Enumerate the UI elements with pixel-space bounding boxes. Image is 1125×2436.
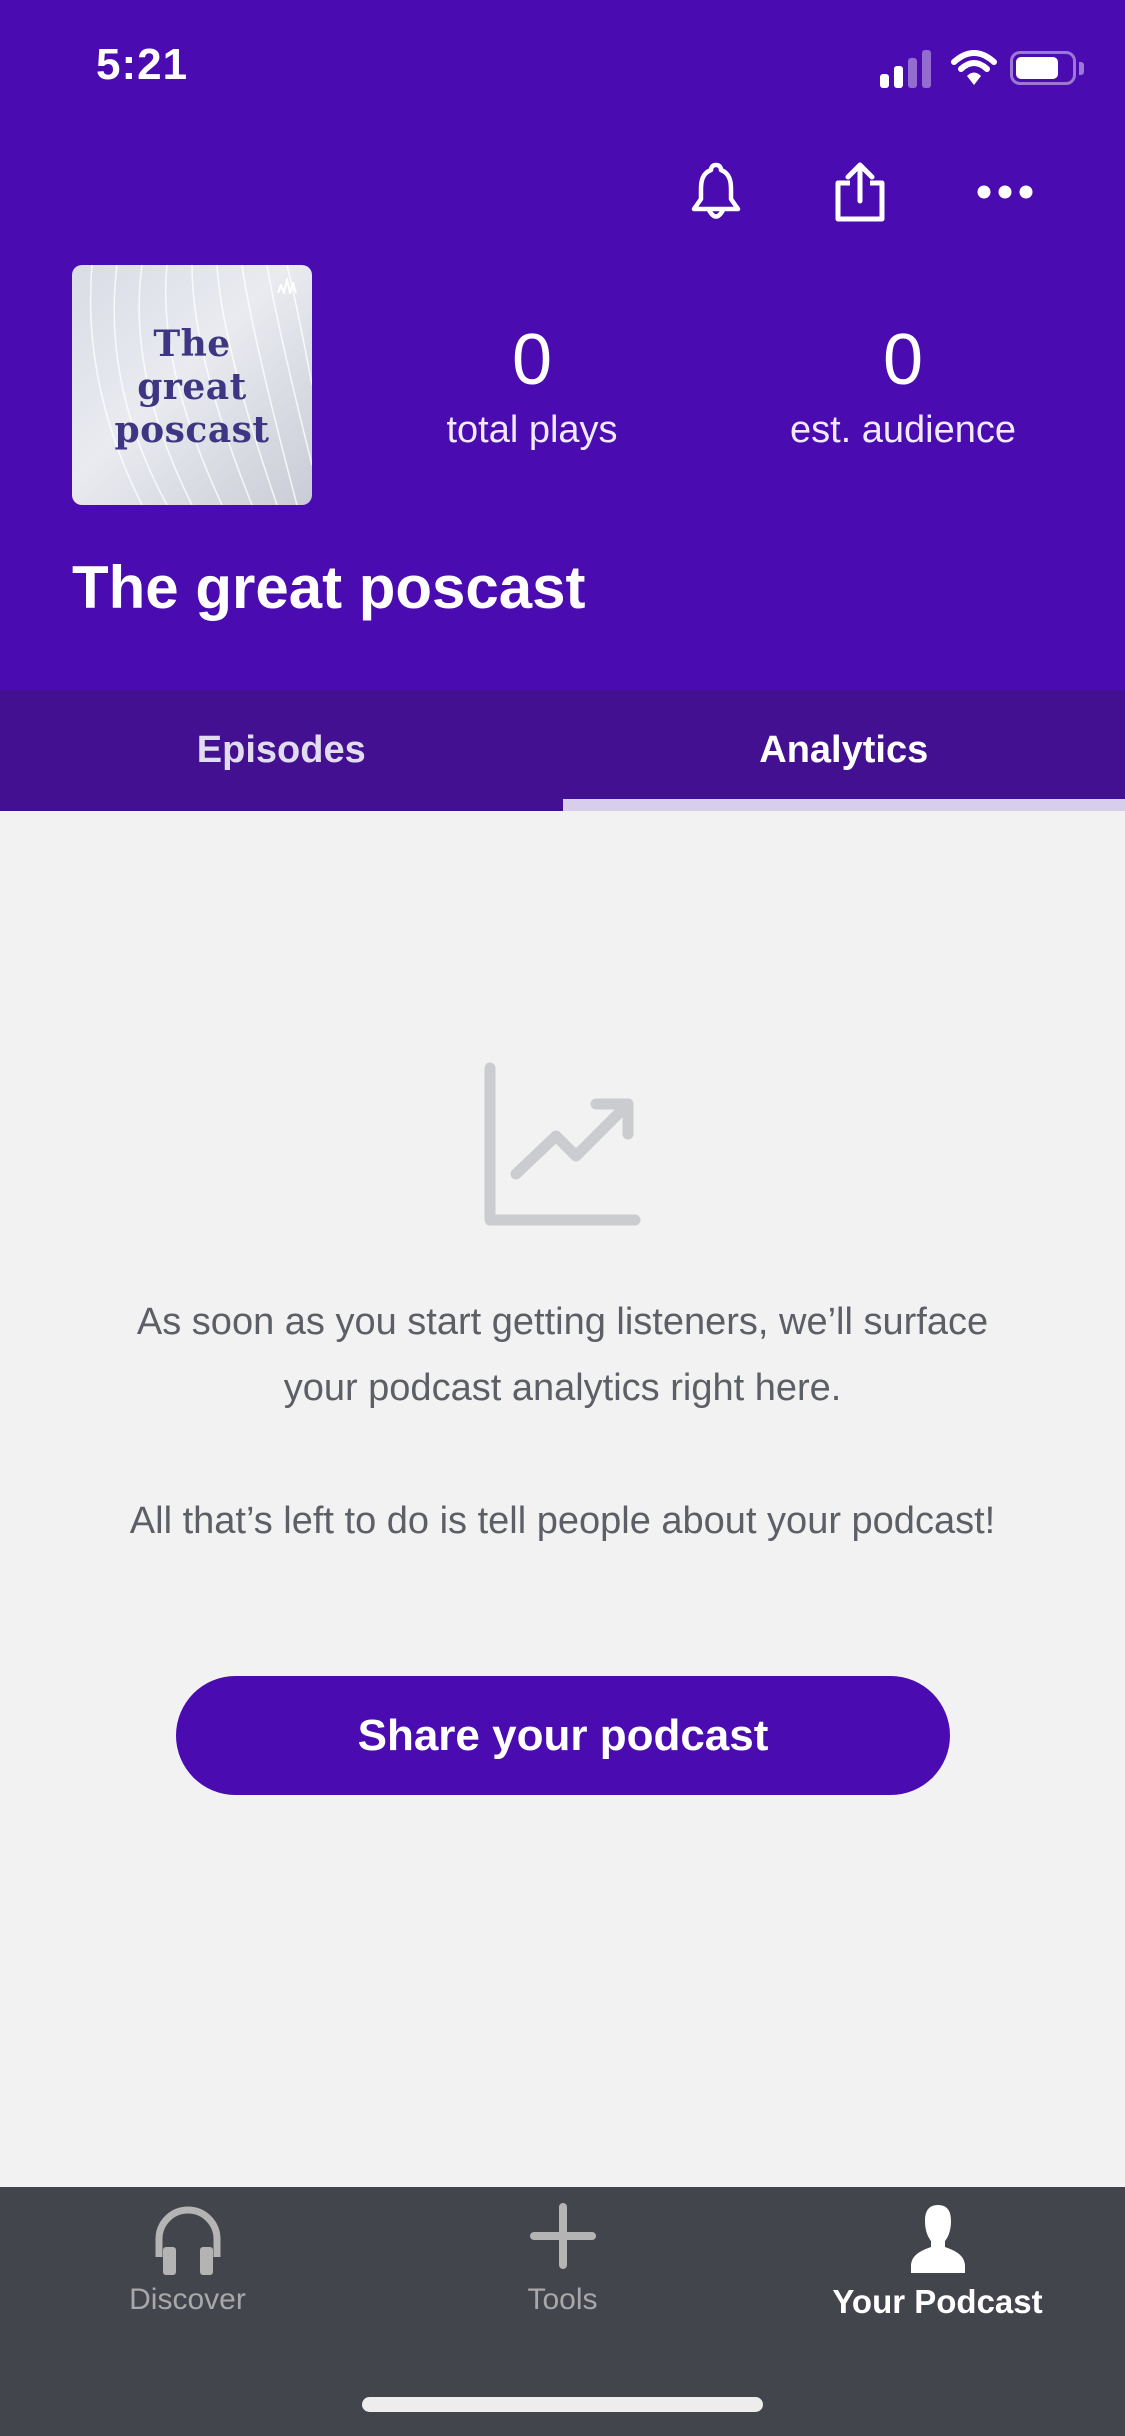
- headphones-icon: [155, 2206, 220, 2275]
- home-indicator[interactable]: [362, 2397, 763, 2412]
- nav-item-tools[interactable]: Tools: [375, 2187, 750, 2337]
- stat-value: 0: [511, 320, 553, 400]
- cover-title-text: The great poscast: [114, 323, 270, 451]
- anchor-logo-icon: [277, 278, 297, 294]
- nav-label: Tools: [527, 2283, 598, 2316]
- share-header-button[interactable]: [818, 150, 902, 234]
- stat-total-plays: 0 total plays: [372, 318, 692, 452]
- stat-label: est. audience: [789, 409, 1017, 451]
- nav-label: Discover: [129, 2283, 246, 2316]
- plus-icon: [529, 2203, 596, 2269]
- share-icon: [835, 162, 885, 222]
- tab-analytics[interactable]: Analytics: [562, 690, 1125, 811]
- tab-label: Analytics: [759, 729, 929, 771]
- bottom-navigation: Discover Tools Your Podcast: [0, 2187, 1125, 2436]
- stat-value: 0: [882, 320, 924, 400]
- wifi-icon: [951, 50, 997, 85]
- nav-label: Your Podcast: [832, 2283, 1043, 2320]
- status-time: 5:21: [96, 40, 189, 89]
- empty-state-cta-message: All that’s left to do is tell people abo…: [129, 1500, 996, 1542]
- tab-bar: Episodes Analytics: [0, 690, 1125, 811]
- trending-chart-icon: [484, 1062, 641, 1226]
- user-icon: [910, 2205, 965, 2273]
- active-tab-indicator: [562, 799, 1125, 811]
- empty-state-message: As soon as you start getting listeners, …: [136, 1301, 989, 1409]
- more-options-button[interactable]: [963, 150, 1047, 234]
- more-dots-icon: [977, 185, 1033, 199]
- tab-label: Episodes: [196, 729, 366, 771]
- stat-label: total plays: [446, 409, 618, 451]
- stat-est-audience: 0 est. audience: [743, 318, 1063, 452]
- podcast-cover-art[interactable]: The great poscast: [72, 265, 312, 505]
- tab-episodes[interactable]: Episodes: [0, 690, 563, 811]
- podcast-header: 5:21 The great poscast 0 total plays 0 e…: [0, 0, 1125, 690]
- nav-item-discover[interactable]: Discover: [0, 2187, 375, 2337]
- battery-icon: [1010, 51, 1076, 85]
- nav-item-your-podcast[interactable]: Your Podcast: [750, 2187, 1125, 2337]
- notifications-button[interactable]: [674, 150, 758, 234]
- podcast-title: The great poscast: [72, 554, 586, 621]
- share-podcast-button[interactable]: Share your podcast: [176, 1676, 950, 1795]
- analytics-empty-state: As soon as you start getting listeners, …: [0, 811, 1125, 2187]
- bell-icon: [691, 162, 741, 219]
